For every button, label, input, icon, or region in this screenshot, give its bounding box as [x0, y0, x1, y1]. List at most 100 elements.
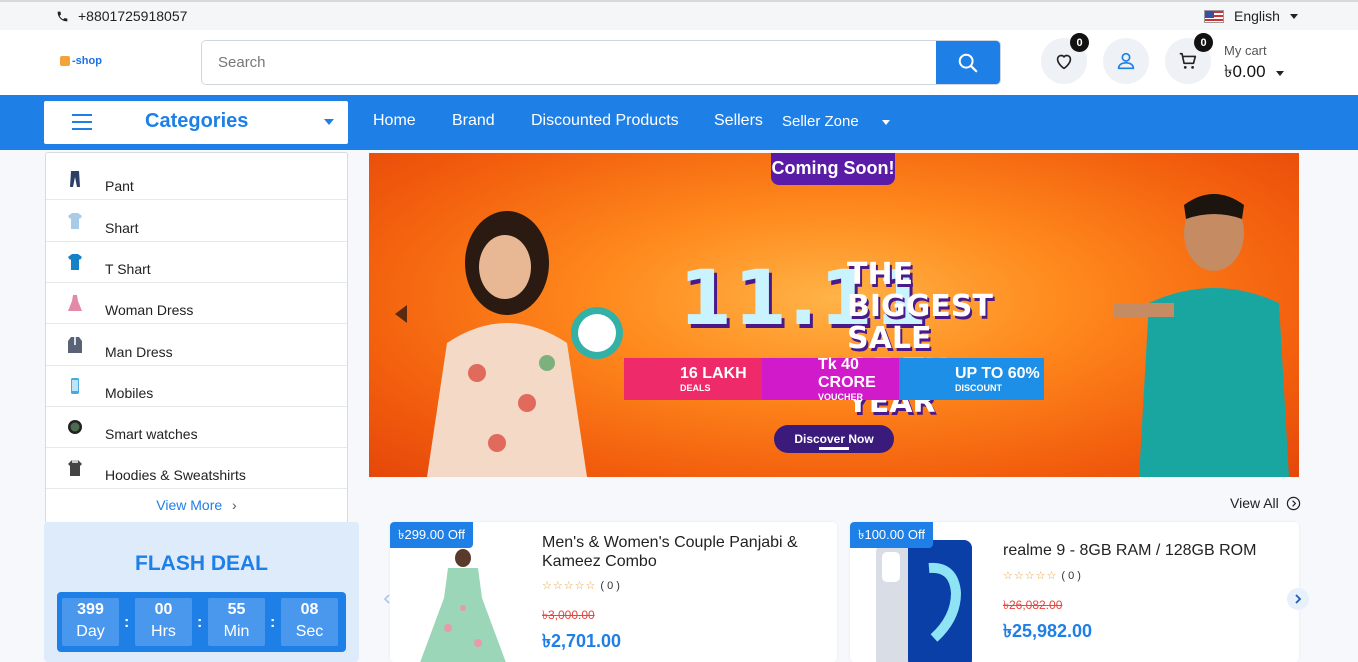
discount-badge: ৳100.00 Off	[850, 522, 933, 548]
category-item-hoodies[interactable]: Hoodies & Sweatshirts	[46, 448, 347, 489]
rating-count: ( 0 )	[1061, 570, 1081, 582]
product-price: ৳25,982.00	[1003, 621, 1093, 641]
product-name[interactable]: realme 9 - 8GB RAM / 128GB ROM	[1003, 541, 1283, 560]
category-label: T Shart	[105, 261, 151, 277]
wishlist-count-badge: 0	[1070, 33, 1089, 52]
category-item-shart[interactable]: Shart	[46, 201, 347, 242]
top-bar: +8801725918057 English	[0, 0, 1358, 30]
old-price: ৳26,082.00	[1003, 598, 1063, 612]
category-label: Man Dress	[105, 344, 173, 360]
timer-seconds: 08 Sec	[281, 598, 338, 646]
cart-button[interactable]: 0	[1165, 33, 1213, 84]
banner-pill-deals: 16 LAKH DEALS	[624, 358, 774, 400]
timer-hours: 00 Hrs	[135, 598, 192, 646]
chevron-right-icon	[1295, 594, 1302, 604]
man-model-illustration	[1114, 194, 1289, 477]
category-label: Mobiles	[105, 385, 154, 401]
carousel-prev-icon[interactable]	[395, 305, 407, 323]
category-item-t-shart[interactable]: T Shart	[46, 242, 347, 283]
product-card[interactable]: ৳100.00 Off realme 9 - 8GB RAM / 128GB R…	[850, 522, 1299, 662]
language-label: English	[1234, 8, 1280, 24]
view-more-label: View More	[156, 497, 223, 513]
cart-icon	[1179, 52, 1197, 69]
rating-count: ( 0 )	[600, 580, 620, 592]
product-price: ৳2,701.00	[542, 631, 622, 651]
view-all-label: View All	[1230, 495, 1279, 511]
cart-count-badge: 0	[1194, 33, 1213, 52]
phone-number: +8801725918057	[78, 8, 188, 24]
timer-minutes: 55 Min	[208, 598, 265, 646]
timer-days: 399 Day	[62, 598, 119, 646]
discount-badge: ৳299.00 Off	[390, 522, 473, 548]
category-item-smart-watches[interactable]: Smart watches	[46, 407, 347, 448]
pant-icon	[66, 170, 84, 188]
product-image	[876, 540, 972, 662]
category-item-woman-dress[interactable]: Woman Dress	[46, 283, 347, 324]
suit-icon	[66, 336, 84, 354]
nav-link-home[interactable]: Home	[373, 112, 416, 130]
logo-text: -shop	[72, 55, 102, 67]
product-card[interactable]: ৳299.00 Off Men's & Women's Couple Panja…	[390, 522, 837, 662]
nav-link-brand[interactable]: Brand	[452, 112, 495, 130]
chevron-right-icon: ›	[232, 497, 237, 513]
hero-banner[interactable]: Coming Soon! 11.11 THE BIGGEST SALE OF T…	[369, 153, 1299, 477]
category-label: Hoodies & Sweatshirts	[105, 467, 246, 483]
category-sidebar: Pant Shart T Shart Woman Dress Man Dress…	[45, 152, 348, 524]
search-button[interactable]	[936, 41, 1000, 84]
old-price: ৳3,000.00	[542, 608, 595, 622]
menu-icon	[72, 114, 92, 135]
nav-link-sellers[interactable]: Sellers	[714, 112, 763, 130]
phone-contact[interactable]: +8801725918057	[56, 8, 187, 24]
heart-icon	[1056, 54, 1072, 70]
coming-soon-tag: Coming Soon!	[771, 153, 895, 185]
hoodie-icon	[66, 459, 84, 477]
nav-link-seller-zone[interactable]: Seller Zone	[782, 113, 859, 130]
product-image	[420, 549, 506, 662]
cart-summary[interactable]: My cart ৳0.00	[1224, 43, 1284, 87]
language-selector[interactable]: English	[1204, 8, 1298, 24]
tshirt-icon	[66, 253, 84, 271]
phone-icon	[57, 11, 68, 21]
us-flag-icon	[1204, 9, 1224, 23]
banner-pill-discount: UP TO 60% DISCOUNT	[899, 358, 1044, 400]
category-label: Smart watches	[105, 426, 198, 442]
flash-deal-panel: FLASH DEAL 399 Day : 00 Hrs : 55 Min : 08 Se…	[44, 522, 359, 662]
nav-link-discounted-products[interactable]: Discounted Products	[531, 112, 679, 130]
shirt-icon	[66, 212, 84, 230]
search-input[interactable]	[202, 41, 938, 84]
wishlist-button[interactable]: 0	[1041, 33, 1089, 84]
user-icon	[1117, 52, 1135, 70]
categories-label: Categories	[145, 110, 249, 132]
flash-deal-title: FLASH DEAL	[135, 552, 268, 575]
category-label: Pant	[105, 178, 134, 194]
category-item-pant[interactable]: Pant	[46, 159, 347, 200]
woman-model-illustration	[427, 211, 623, 477]
search-icon	[958, 53, 978, 72]
star-rating: ☆☆☆☆☆ ( 0 )	[542, 580, 620, 592]
product-name[interactable]: Men's & Women's Couple Panjabi & Kameez …	[542, 533, 812, 571]
chevron-down-icon	[1289, 13, 1298, 19]
category-item-mobiles[interactable]: Mobiles	[46, 366, 347, 407]
carousel-indicator[interactable]	[819, 447, 849, 450]
cart-label: My cart	[1224, 43, 1267, 58]
cart-amount: ৳0.00	[1224, 62, 1266, 81]
category-label: Shart	[105, 220, 139, 236]
logo[interactable]: -shop	[60, 55, 102, 67]
chevron-down-icon	[324, 119, 334, 125]
categories-dropdown[interactable]: Categories	[44, 101, 348, 144]
slider-next-button[interactable]	[1287, 588, 1309, 610]
category-item-man-dress[interactable]: Man Dress	[46, 325, 347, 366]
chevron-down-icon	[1275, 70, 1284, 76]
watch-icon	[66, 418, 84, 436]
chevron-down-icon[interactable]	[882, 120, 890, 125]
account-button[interactable]	[1103, 38, 1149, 84]
countdown-timer: 399 Day : 00 Hrs : 55 Min : 08 Sec	[57, 592, 346, 652]
chevron-right-circle-icon	[1286, 496, 1300, 510]
mobile-icon	[66, 377, 84, 395]
main-nav: Categories Home Brand Discounted Product…	[0, 95, 1358, 150]
view-all-link[interactable]: View All	[1230, 495, 1301, 511]
category-label: Woman Dress	[105, 302, 194, 318]
dress-icon	[66, 294, 84, 312]
logo-mark-icon	[60, 56, 70, 66]
view-more-link[interactable]: View More ›	[46, 497, 347, 513]
